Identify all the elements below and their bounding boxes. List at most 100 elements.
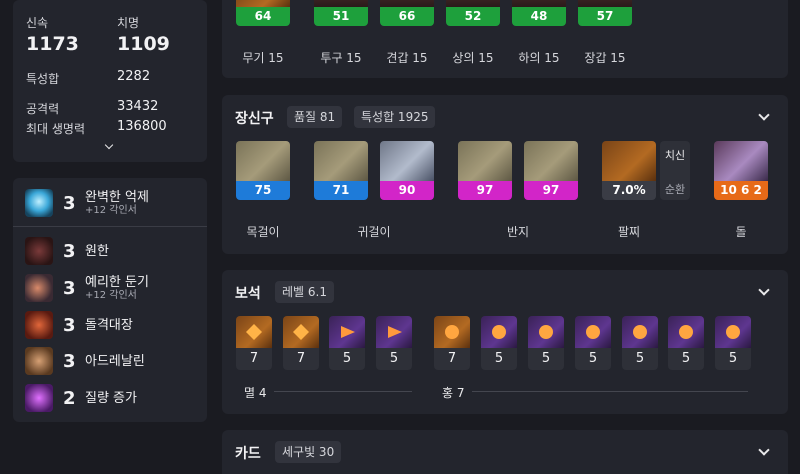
earring-label: 귀걸이 [357,225,391,239]
stone-value: 10 6 2 [714,181,768,200]
engraving-text: 예리한 둔기 +12 각인서 [85,275,149,302]
gem-slot[interactable]: 5 [376,316,412,370]
gem-icon [434,316,470,348]
engraving-level: 3 [63,314,76,336]
item-quality: 64 [236,7,290,26]
gem-slot[interactable]: 7 [283,316,319,370]
suppression-icon [25,189,53,217]
cards-panel: 카드 세구빛 30 [222,430,788,474]
gem-level: 7 [236,348,272,370]
gem-slot[interactable]: 7 [236,316,272,370]
engraving-sub: +12 각인서 [85,289,137,301]
gem-slot[interactable]: 5 [575,316,611,370]
weapon-icon [236,0,290,7]
total-value: 2282 [117,69,151,84]
necklace-slot[interactable]: 75 [236,141,290,200]
equipment-slot-weapon[interactable]: 64 [236,0,290,26]
gem-level: 5 [329,348,365,370]
item-quality: 97 [458,181,512,200]
stat-chip: 특성합 1925 [354,106,436,128]
gem-level: 5 [528,348,564,370]
gem-icon [575,316,611,348]
earring-slot-1[interactable]: 71 [314,141,368,200]
gem-icon [376,316,412,348]
engraving-name: 원한 [85,243,109,259]
gem-level: 7 [283,348,319,370]
gloves-icon [578,0,632,7]
chest-icon [446,0,500,7]
gem-slot[interactable]: 5 [715,316,751,370]
stone-label: 돌 [735,225,747,239]
bracelet-icon [602,141,656,181]
gem-icon [481,316,517,348]
engraving-row[interactable]: 3 예리한 둔기 +12 각인서 [25,270,207,306]
ring-icon [524,141,578,181]
gems-chevron-down-icon[interactable] [758,284,770,296]
engraving-sub: +12 각인서 [85,204,137,216]
gem-slot[interactable]: 7 [434,316,470,370]
necklace-icon [236,141,290,181]
raid-captain-icon [25,311,53,339]
engraving-row[interactable]: 3 완벽한 억제 +12 각인서 [25,186,207,220]
gem-icon [622,316,658,348]
mass-increase-icon [25,384,53,412]
item-quality: 75 [236,181,290,200]
item-quality: 71 [314,181,368,200]
ring-slot-2[interactable]: 97 [524,141,578,200]
bracelet-stat-2: 순환 [664,183,686,196]
ring-slot-1[interactable]: 97 [458,141,512,200]
equipment-slot-gloves[interactable]: 57 [578,0,632,26]
gem-group-right-label: 홍 7 [442,386,465,400]
equipment-slot-chest[interactable]: 52 [446,0,500,26]
gem-group-right-line [472,391,748,392]
gem-level-chip: 레벨 6.1 [275,281,334,303]
total-label: 특성합 [26,72,60,86]
necklace-label: 목걸이 [246,225,280,239]
equipment-slot-shoulder[interactable]: 66 [380,0,434,26]
gem-slot[interactable]: 5 [622,316,658,370]
earring-icon [314,141,368,181]
ability-stone-slot[interactable]: 10 6 2 [714,141,768,200]
equipment-slot-pants[interactable]: 48 [512,0,566,26]
cards-chevron-down-icon[interactable] [758,444,770,456]
earring-icon [380,141,434,181]
pants-icon [512,0,566,7]
accessories-chevron-down-icon[interactable] [758,109,770,121]
engraving-text: 완벽한 억제 +12 각인서 [85,190,149,217]
engraving-row[interactable]: 3 아드레날린 [25,343,207,379]
gem-slot[interactable]: 5 [528,316,564,370]
slot-label: 하의 15 [518,51,560,65]
equipment-panel: 64 51 66 52 48 57 무기 15 투구 15 견갑 15 상의 1… [222,0,788,78]
slot-label: 무기 15 [242,51,284,65]
engraving-name: 예리한 둔기 [85,274,149,290]
slot-label: 투구 15 [320,51,362,65]
bracelet-slot[interactable]: 7.0% [602,141,656,200]
atk-value: 33432 [117,99,159,114]
crit-label: 치명 [117,16,140,30]
gem-level: 7 [434,348,470,370]
engraving-name: 돌격대장 [85,317,133,333]
item-quality: 51 [314,7,368,26]
item-quality: 97 [524,181,578,200]
gem-icon [715,316,751,348]
engraving-row[interactable]: 2 질량 증가 [25,380,207,416]
gem-slot[interactable]: 5 [329,316,365,370]
bracelet-label: 팔찌 [617,225,641,239]
gem-group-left-line [274,391,412,392]
gem-slot[interactable]: 5 [481,316,517,370]
ring-icon [458,141,512,181]
gem-slot[interactable]: 5 [668,316,704,370]
gem-icon [329,316,365,348]
engraving-row[interactable]: 3 원한 [25,233,207,269]
engravings-panel: 3 완벽한 억제 +12 각인서 3 원한 3 예리한 둔기 +12 각인서 3… [13,178,207,422]
gem-level: 5 [481,348,517,370]
slot-label: 상의 15 [452,51,494,65]
swift-label: 신속 [26,16,49,30]
earring-slot-2[interactable]: 90 [380,141,434,200]
gem-level: 5 [376,348,412,370]
hp-label: 최대 생명력 [26,122,86,136]
engraving-level: 3 [63,192,76,214]
engraving-row[interactable]: 3 돌격대장 [25,307,207,343]
expand-stats-chevron-icon[interactable] [104,140,114,150]
equipment-slot-helmet[interactable]: 51 [314,0,368,26]
